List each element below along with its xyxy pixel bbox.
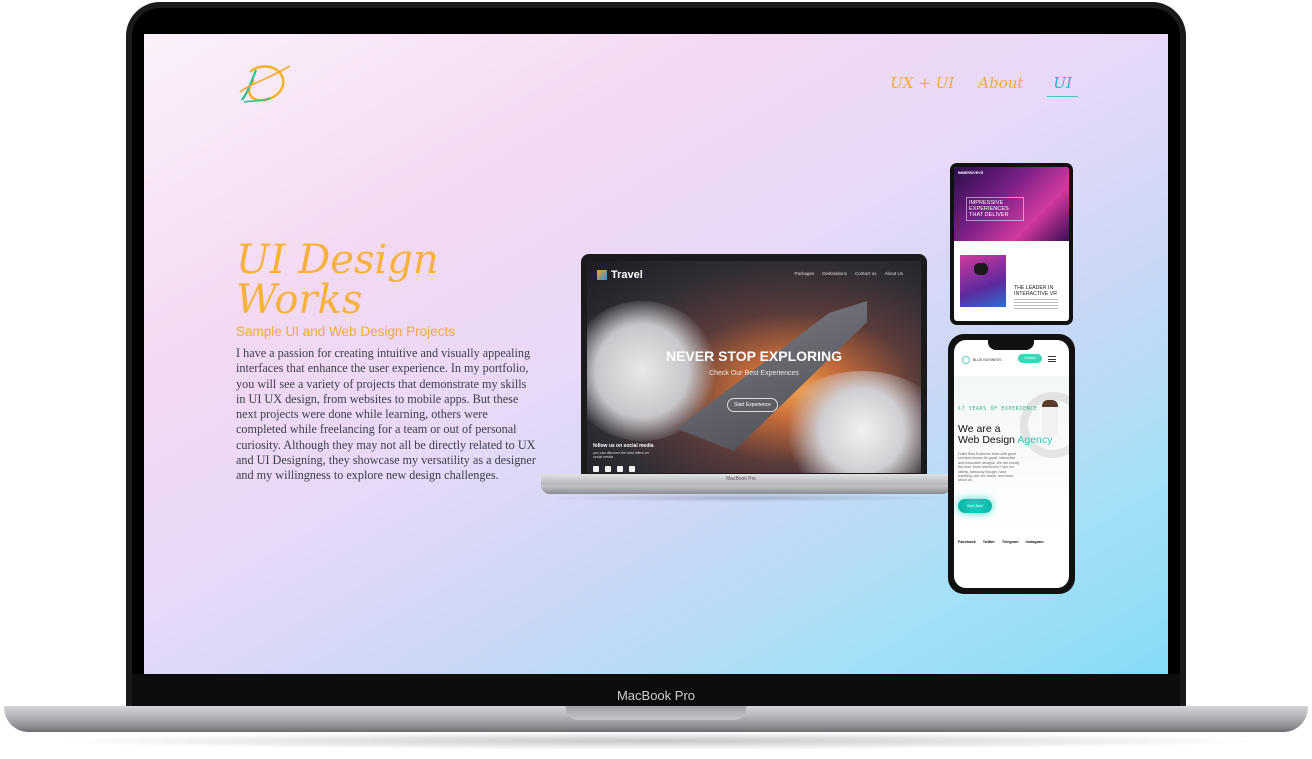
travel-menu-item: About Us [884,271,903,276]
travel-menu-item: Destinations [822,271,847,276]
travel-menu-item: Packages [794,271,815,276]
laptop-base-notch [566,706,746,720]
mockup-laptop-label: MacBook Pro [726,476,757,482]
page-title: UI Design Works [236,240,439,320]
mockup-laptop-base-edge [541,485,951,494]
phone-social-links: Facebook Twitter Telegram Instagram [958,540,1044,544]
hamburger-menu-icon [1048,356,1056,364]
travel-hero-sub: Check Our Best Experiences [709,370,799,377]
phone-logo-icon [962,356,970,364]
mockup-phone-screen[interactable]: BLUE BUSINESS Contact 17 YEARS OF EXPERI… [954,340,1069,588]
main-nav: UX + UI About UI [890,74,1078,97]
travel-menu: Packages Destinations Contact us About U… [794,271,903,276]
facebook-icon [593,466,599,472]
device-label: MacBook Pro [616,688,696,703]
tablet-body-lines [1014,299,1058,311]
phone-cta-button: Start Now [958,499,992,513]
phone-notch [988,340,1034,350]
phone-logo: BLUE BUSINESS [962,356,1002,364]
linkedin-icon [629,466,635,472]
phone-social-link: Instagram [1025,540,1044,544]
phone-social-link: Twitter [982,540,995,544]
website-screen: UX + UI About UI UI Design Works Sample … [144,34,1168,674]
phone-social-link: Facebook [958,540,976,544]
travel-hero-heading: NEVER STOP EXPLORING [665,348,843,364]
phone-social-link: Telegram [1001,540,1019,544]
travel-follow-sub: you can discover the best offers on soci… [593,451,649,459]
page-subtitle: Sample UI and Web Design Projects [236,324,455,339]
laptop-shadow [40,732,1272,750]
instagram-icon [617,466,623,472]
tablet-brand: IMMERSIVEVR [958,171,984,175]
intro-paragraph: I have a passion for creating intuitive … [236,346,536,483]
travel-menu-item: Contact us [854,271,877,276]
nav-item-ux-ui[interactable]: UX + UI [890,74,954,97]
phone-heading: We are a Web Design Agency [958,423,1053,446]
nav-item-ui[interactable]: UI [1047,74,1078,97]
twitter-icon [605,466,611,472]
travel-follow-heading: follow us on social media [593,443,654,449]
mockup-laptop-shadow [544,494,948,502]
tablet-lead-text: THE LEADER IN INTERACTIVE VR [1014,285,1057,297]
title-line-2: Works [236,277,363,323]
mockup-tablet-screen[interactable]: IMMERSIVEVR IMPRESSIVE EXPERIENCES THAT … [954,167,1069,321]
travel-brand: Travel [597,269,643,281]
vr-headset-icon [974,263,988,275]
phone-description: Dolful Blus Business have with good serv… [958,452,1020,483]
travel-start-button: Start Experience [727,398,778,412]
travel-logo-icon [597,270,607,280]
phone-years-text: 17 YEARS OF EXPERIENCE [958,406,1038,412]
tablet-hero-text: IMPRESSIVE EXPERIENCES THAT DELIVER [966,197,1024,221]
nav-item-about[interactable]: About [978,74,1023,97]
travel-social-icons [593,466,635,472]
mockup-laptop-screen[interactable]: Travel Packages Destinations Contact us … [587,261,921,473]
phone-contact-button: Contact [1018,354,1042,363]
logo-icon[interactable] [236,62,292,106]
